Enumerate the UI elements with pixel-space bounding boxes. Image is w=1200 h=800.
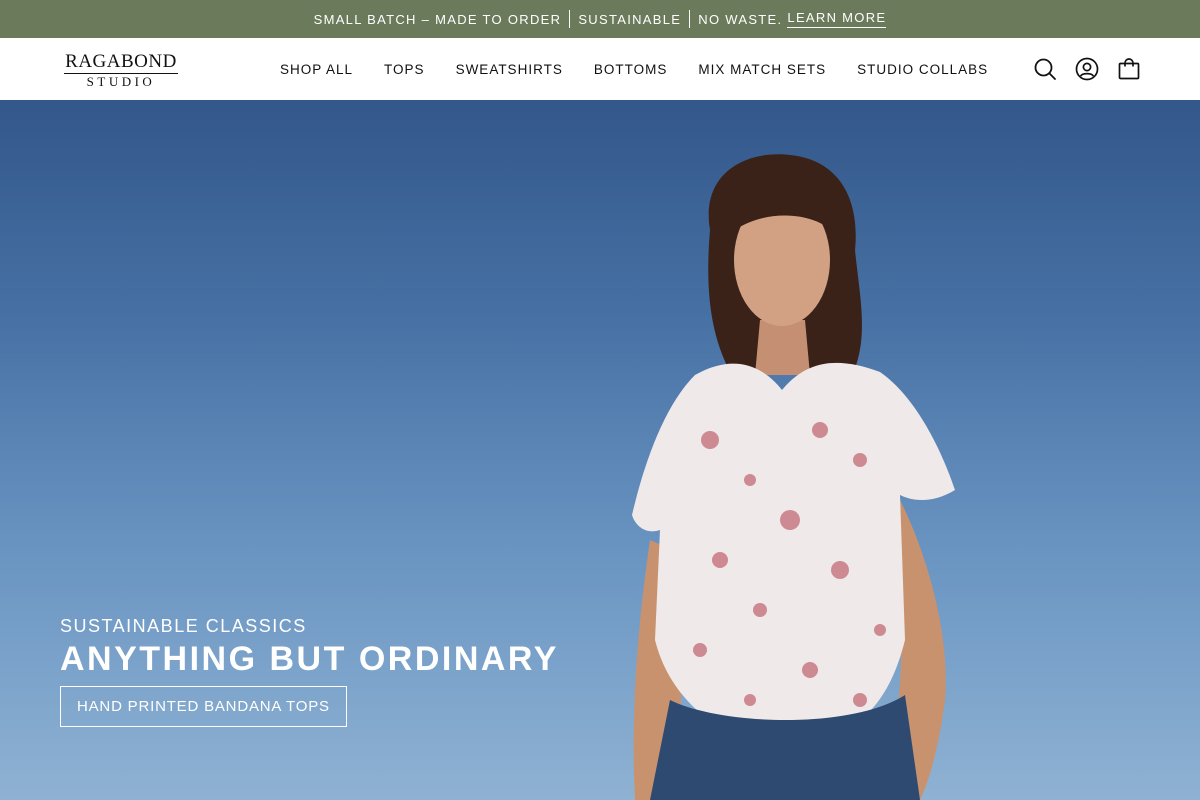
hero-model-image [632, 154, 955, 800]
announcement-text-sustainable: SUSTAINABLE [578, 11, 682, 27]
announcement-divider [689, 10, 691, 28]
announcement-bar: SMALL BATCH – MADE TO ORDER SUSTAINABLE … [0, 0, 1200, 38]
learn-more-link[interactable]: LEARN MORE [787, 10, 887, 28]
announcement-divider [569, 10, 571, 28]
header-icons [1016, 56, 1142, 82]
bag-icon[interactable] [1116, 56, 1142, 82]
nav-shop-all[interactable]: SHOP ALL [280, 62, 353, 77]
hero-copy: SUSTAINABLE CLASSICS ANYTHING BUT ORDINA… [60, 615, 559, 727]
brand-logo[interactable]: RAGABOND STUDIO [60, 51, 182, 89]
announcement-text-waste: NO WASTE. [698, 11, 783, 27]
hero-eyebrow: SUSTAINABLE CLASSICS [60, 616, 307, 636]
account-icon[interactable] [1074, 56, 1100, 82]
hero-headline: ANYTHING BUT ORDINARY [60, 640, 559, 678]
nav-bottoms[interactable]: BOTTOMS [594, 62, 668, 77]
announcement-text-batch: SMALL BATCH – MADE TO ORDER [313, 11, 562, 27]
hero-banner: SUSTAINABLE CLASSICS ANYTHING BUT ORDINA… [0, 100, 1200, 800]
nav-sweatshirts[interactable]: SWEATSHIRTS [456, 62, 563, 77]
nav-tops[interactable]: TOPS [384, 62, 425, 77]
site-header: RAGABOND STUDIO SHOP ALL TOPS SWEATSHIRT… [0, 38, 1200, 100]
nav-mix-match-sets[interactable]: MIX MATCH SETS [698, 62, 826, 77]
logo-wordmark: RAGABOND [64, 51, 178, 74]
search-icon[interactable] [1032, 56, 1058, 82]
main-nav: SHOP ALL TOPS SWEATSHIRTS BOTTOMS MIX MA… [280, 38, 1019, 100]
hero-cta-button[interactable]: HAND PRINTED BANDANA TOPS [60, 686, 347, 727]
logo-subtitle: STUDIO [86, 74, 156, 89]
nav-studio-collabs[interactable]: STUDIO COLLABS [857, 62, 988, 77]
